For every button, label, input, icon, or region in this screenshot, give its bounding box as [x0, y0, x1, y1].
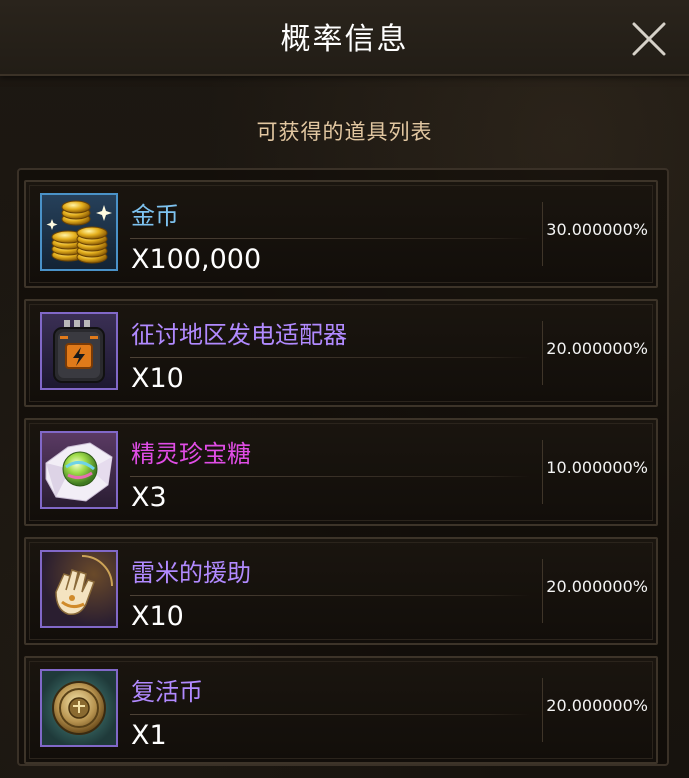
item-quantity: X1 — [131, 720, 167, 751]
list-item[interactable]: 雷米的援助 X10 20.000000% — [24, 537, 658, 645]
divider — [130, 476, 530, 477]
divider — [130, 714, 530, 715]
power-adapter-icon — [40, 312, 118, 390]
item-probability: 20.000000% — [546, 696, 648, 715]
item-probability: 30.000000% — [546, 220, 648, 239]
header-bar: 概率信息 — [0, 0, 689, 76]
item-quantity: X10 — [131, 601, 184, 632]
item-probability: 20.000000% — [546, 577, 648, 596]
item-probability: 20.000000% — [546, 339, 648, 358]
list-item[interactable]: 金币 X100,000 30.000000% — [24, 180, 658, 288]
divider — [542, 559, 543, 623]
close-button[interactable] — [628, 18, 670, 60]
divider — [130, 595, 530, 596]
gold-coins-icon — [40, 193, 118, 271]
divider — [542, 678, 543, 742]
list-subtitle: 可获得的道具列表 — [256, 120, 433, 144]
item-name: 金币 — [131, 202, 179, 230]
item-quantity: X100,000 — [131, 244, 262, 275]
item-name: 征讨地区发电适配器 — [131, 321, 347, 349]
probability-panel: 概率信息 可获得的道具列表 金币 X100,000 30.000000% 征讨地… — [0, 0, 689, 778]
close-icon — [632, 22, 666, 56]
item-name: 复活币 — [131, 678, 203, 706]
item-name: 雷米的援助 — [131, 559, 251, 587]
revival-coin-icon — [40, 669, 118, 747]
candy-icon — [40, 431, 118, 509]
panel-title: 概率信息 — [280, 22, 409, 57]
item-probability: 10.000000% — [546, 458, 648, 477]
divider — [542, 202, 543, 266]
divider — [542, 321, 543, 385]
item-quantity: X10 — [131, 363, 184, 394]
divider — [130, 357, 530, 358]
divider — [542, 440, 543, 504]
list-item[interactable]: 精灵珍宝糖 X3 10.000000% — [24, 418, 658, 526]
list-item[interactable]: 征讨地区发电适配器 X10 20.000000% — [24, 299, 658, 407]
glove-icon — [40, 550, 118, 628]
divider — [130, 238, 530, 239]
item-quantity: X3 — [131, 482, 167, 513]
list-item[interactable]: 复活币 X1 20.000000% — [24, 656, 658, 764]
item-name: 精灵珍宝糖 — [131, 440, 251, 468]
